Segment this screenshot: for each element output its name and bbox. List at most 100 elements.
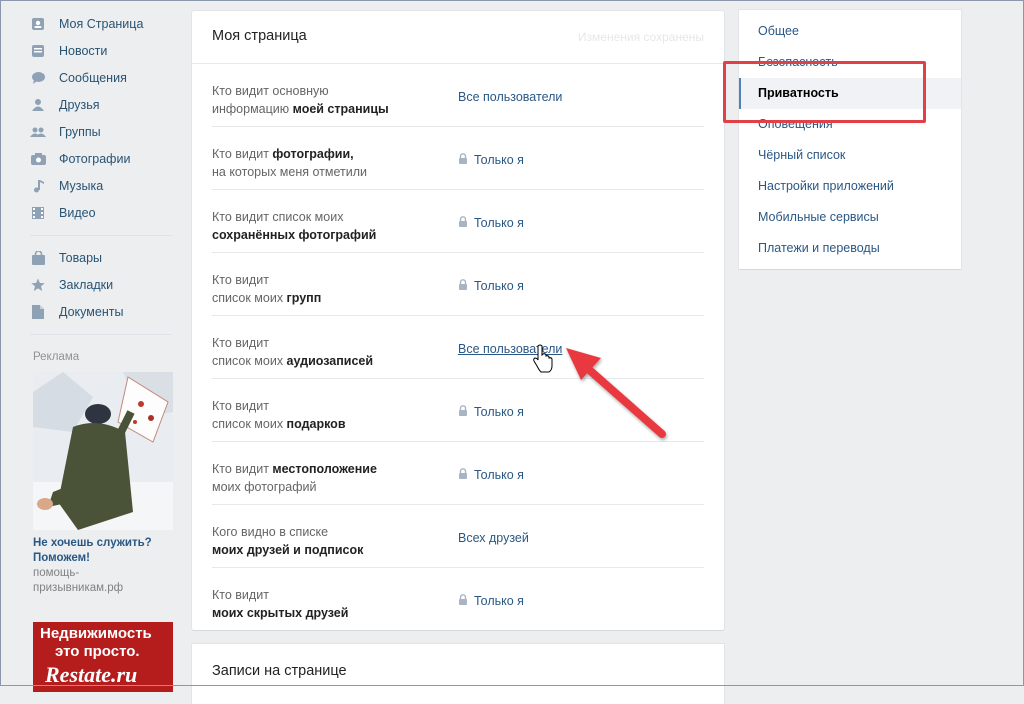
privacy-value-dropdown[interactable]: Только я — [458, 153, 524, 167]
bag-icon — [30, 250, 46, 266]
sidebar-item-label: Сообщения — [59, 70, 127, 85]
label-text: список моих — [212, 417, 287, 431]
ad-headline[interactable]: Не хочешь служить? Поможем! — [33, 536, 163, 566]
label-emphasis: моих друзей и подписок — [212, 543, 364, 557]
sidebar-item-label: Группы — [59, 124, 101, 139]
ad-image[interactable] — [33, 372, 173, 530]
sidebar-item-5[interactable]: Группы — [30, 118, 175, 145]
privacy-value-dropdown[interactable]: Только я — [458, 279, 524, 293]
camera-icon — [30, 151, 46, 167]
label-text: Кто видит — [212, 273, 269, 287]
nav-divider — [30, 235, 172, 236]
privacy-value-dropdown[interactable]: Всех друзей — [458, 531, 529, 545]
label-text: Кто видит список моих — [212, 210, 344, 224]
privacy-row: Кто видит список моих аудиозаписей Все пол… — [212, 316, 704, 379]
sidebar-item-label: Закладки — [59, 277, 114, 292]
sidebar-item-7[interactable]: Музыка — [30, 172, 175, 199]
sidebar-item-label: Фотографии — [59, 151, 131, 166]
video-icon — [30, 205, 46, 221]
settings-menu-item[interactable]: Оповещения — [739, 109, 961, 140]
lock-icon — [458, 405, 474, 419]
label-text: список моих — [212, 354, 287, 368]
label-emphasis: сохранённых фотографий — [212, 228, 377, 242]
lock-icon — [458, 594, 474, 608]
settings-menu-item[interactable]: Настройки приложений — [739, 171, 961, 202]
label-emphasis: групп — [286, 291, 322, 305]
label-emphasis: моей страницы — [292, 102, 389, 116]
sidebar-item-label: Документы — [59, 304, 124, 319]
privacy-value-dropdown[interactable]: Только я — [458, 405, 524, 419]
label-text: информацию — [212, 102, 293, 116]
privacy-value-label: Все пользователи — [458, 90, 563, 104]
sidebar-item-label: Видео — [59, 205, 96, 220]
privacy-row-label: Кто видит моих скрытых друзей — [212, 586, 442, 622]
label-text: Кто видит — [212, 399, 269, 413]
settings-menu-item[interactable]: Мобильные сервисы — [739, 202, 961, 233]
privacy-value-dropdown[interactable]: Только я — [458, 468, 524, 482]
sidebar-item-1[interactable]: Товары — [30, 244, 175, 271]
label-emphasis: подарков — [286, 417, 346, 431]
privacy-value-dropdown[interactable]: Только я — [458, 594, 524, 608]
privacy-row-label: Кто видит список моих аудиозаписей — [212, 334, 442, 370]
sidebar-item-2[interactable]: Новости — [30, 37, 175, 64]
privacy-row-label: Кто видит список моих подарков — [212, 397, 442, 433]
sidebar-item-1[interactable]: Моя Страница — [30, 10, 175, 37]
privacy-value-dropdown[interactable]: Все пользователи — [458, 342, 562, 356]
label-text: Кто видит — [212, 147, 273, 161]
settings-menu-item[interactable]: Приватность — [739, 78, 961, 109]
label-text: Кто видит — [212, 336, 269, 350]
label-text: Кто видит — [212, 588, 269, 602]
label-text: список моих — [212, 291, 287, 305]
settings-menu-item[interactable]: Платежи и переводы — [739, 233, 961, 264]
home-icon — [30, 16, 46, 32]
sidebar-item-4[interactable]: Друзья — [30, 91, 175, 118]
settings-menu-item[interactable]: Безопасность — [739, 47, 961, 78]
sidebar-item-3[interactable]: Сообщения — [30, 64, 175, 91]
privacy-value-label: Только я — [474, 594, 524, 608]
privacy-value-label: Всех друзей — [458, 531, 529, 545]
privacy-value-label: Только я — [474, 279, 524, 293]
label-text: Кого видно в списке — [212, 525, 329, 539]
privacy-row-label: Кто видит список моих групп — [212, 271, 442, 307]
settings-menu-item[interactable]: Чёрный список — [739, 140, 961, 171]
ad-banner-line1: Недвижимость — [40, 625, 152, 642]
label-emphasis: фотографии, — [272, 147, 354, 161]
section-title: Записи на странице — [212, 663, 347, 679]
label-emphasis: местоположение — [272, 462, 377, 476]
star-icon — [30, 277, 46, 293]
ad-banner-brand: Restate.ru — [45, 662, 138, 687]
privacy-row-label: Кого видно в списке моих друзей и подписо… — [212, 523, 442, 559]
posts-section: Записи на странице — [192, 644, 724, 704]
label-text: на которых меня отметили — [212, 165, 368, 179]
sidebar-item-label: Друзья — [59, 97, 100, 112]
sidebar-item-2[interactable]: Закладки — [30, 271, 175, 298]
friends-icon — [30, 97, 46, 113]
privacy-row: Кто видит моих скрытых друзей Только я — [212, 568, 704, 630]
label-text: Кто видит основную — [212, 84, 329, 98]
settings-menu-item[interactable]: Общее — [739, 16, 961, 47]
sidebar-item-8[interactable]: Видео — [30, 199, 175, 226]
privacy-value-label: Только я — [474, 216, 524, 230]
sidebar-item-3[interactable]: Документы — [30, 298, 175, 325]
ad-photo-illustration — [33, 372, 173, 530]
messages-icon — [30, 70, 46, 86]
news-icon — [30, 43, 46, 59]
label-emphasis: аудиозаписей — [286, 354, 374, 368]
settings-menu: Общее Безопасность Приватность Оповещения Чё… — [739, 10, 961, 269]
lock-icon — [458, 468, 474, 482]
sidebar-item-label: Новости — [59, 43, 108, 58]
privacy-row: Кто видит список моих групп Только я — [212, 253, 704, 316]
lock-icon — [458, 216, 474, 230]
ad-banner[interactable]: Недвижимость это просто. Restate.ru — [33, 622, 173, 692]
label-emphasis: моих скрытых друзей — [212, 606, 349, 620]
privacy-row-label: Кто видит список моих сохранённых фотогра… — [212, 208, 442, 244]
label-text: моих фотографий — [212, 480, 317, 494]
privacy-row-label: Кто видит местоположение моих фотографий — [212, 460, 442, 496]
privacy-row: Кто видит список моих подарков Только я — [212, 379, 704, 442]
privacy-value-dropdown[interactable]: Только я — [458, 216, 524, 230]
sidebar-item-6[interactable]: Фотографии — [30, 145, 175, 172]
sidebar-item-label: Товары — [59, 250, 102, 265]
privacy-value-dropdown[interactable]: Все пользователи — [458, 90, 562, 104]
ad-domain[interactable]: помощь-призывникам.рф — [33, 566, 163, 596]
privacy-settings-panel: Моя страница Изменения сохранены Кто вид… — [192, 11, 724, 630]
